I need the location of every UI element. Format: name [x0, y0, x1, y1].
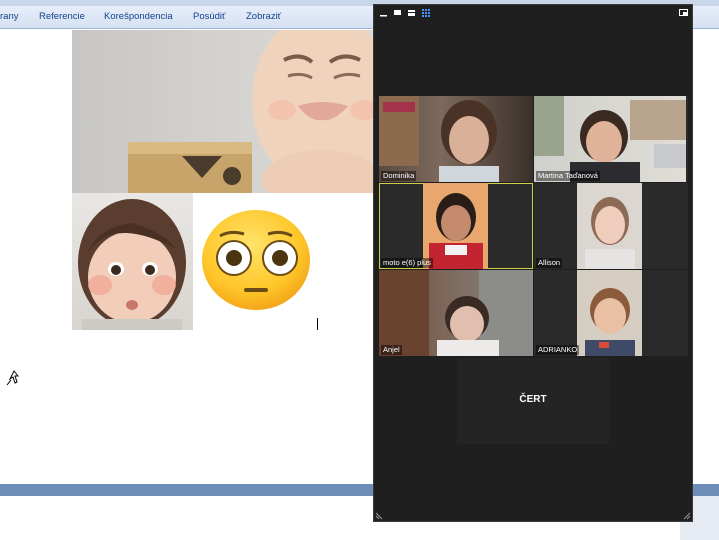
ribbon-tab-kniznica[interactable]: rany — [0, 11, 18, 22]
participant-name: ADRIANKO — [536, 345, 580, 355]
mouse-pointer-icon — [5, 370, 20, 386]
participant-name: Martina Taďanová — [536, 171, 600, 181]
ribbon-tab-referencie[interactable]: Referencie — [39, 11, 85, 22]
baby-surprised-image — [72, 193, 193, 330]
participant-tile[interactable]: Martina Taďanová — [534, 96, 688, 182]
zoom-titlebar[interactable] — [374, 5, 692, 21]
participant-video — [577, 270, 642, 356]
participant-video — [379, 270, 533, 356]
participant-name: Dominika — [381, 171, 417, 181]
ribbon-tab-korespondencia[interactable]: Korešpondencia — [104, 11, 173, 22]
participant-video — [379, 96, 533, 182]
participant-tile-no-video[interactable]: ČERT — [457, 358, 609, 444]
ribbon-tab-posudit[interactable]: Posúdiť — [193, 11, 226, 22]
participant-name: moto e(6) plus — [381, 258, 433, 268]
participant-tile[interactable]: Dominika — [379, 96, 533, 182]
resize-grip-icon[interactable] — [683, 512, 691, 520]
participant-video — [423, 183, 488, 269]
view-single-icon[interactable] — [393, 9, 403, 17]
participant-name: Allison — [536, 258, 563, 268]
participant-tile[interactable]: Allison — [534, 183, 688, 269]
participant-video — [534, 96, 686, 182]
flushed-face-emoji — [200, 208, 312, 312]
participant-tile[interactable]: Anjel — [379, 270, 533, 356]
view-speaker-icon[interactable] — [407, 9, 417, 17]
participant-video — [577, 183, 642, 269]
resize-grip-icon[interactable] — [375, 512, 383, 520]
minimize-icon[interactable] — [379, 9, 389, 17]
participant-name: Anjel — [381, 345, 402, 355]
participant-name: ČERT — [519, 394, 547, 405]
gallery-view-icon[interactable] — [422, 9, 432, 17]
text-caret — [317, 318, 318, 330]
participant-tile[interactable]: ADRIANKO — [534, 270, 688, 356]
baby-grumpy-image — [72, 30, 374, 193]
participant-tile-active[interactable]: moto e(6) plus — [379, 183, 533, 269]
ribbon-tab-zobrazit[interactable]: Zobraziť — [246, 11, 281, 22]
exit-full-screen-icon[interactable] — [679, 9, 689, 17]
